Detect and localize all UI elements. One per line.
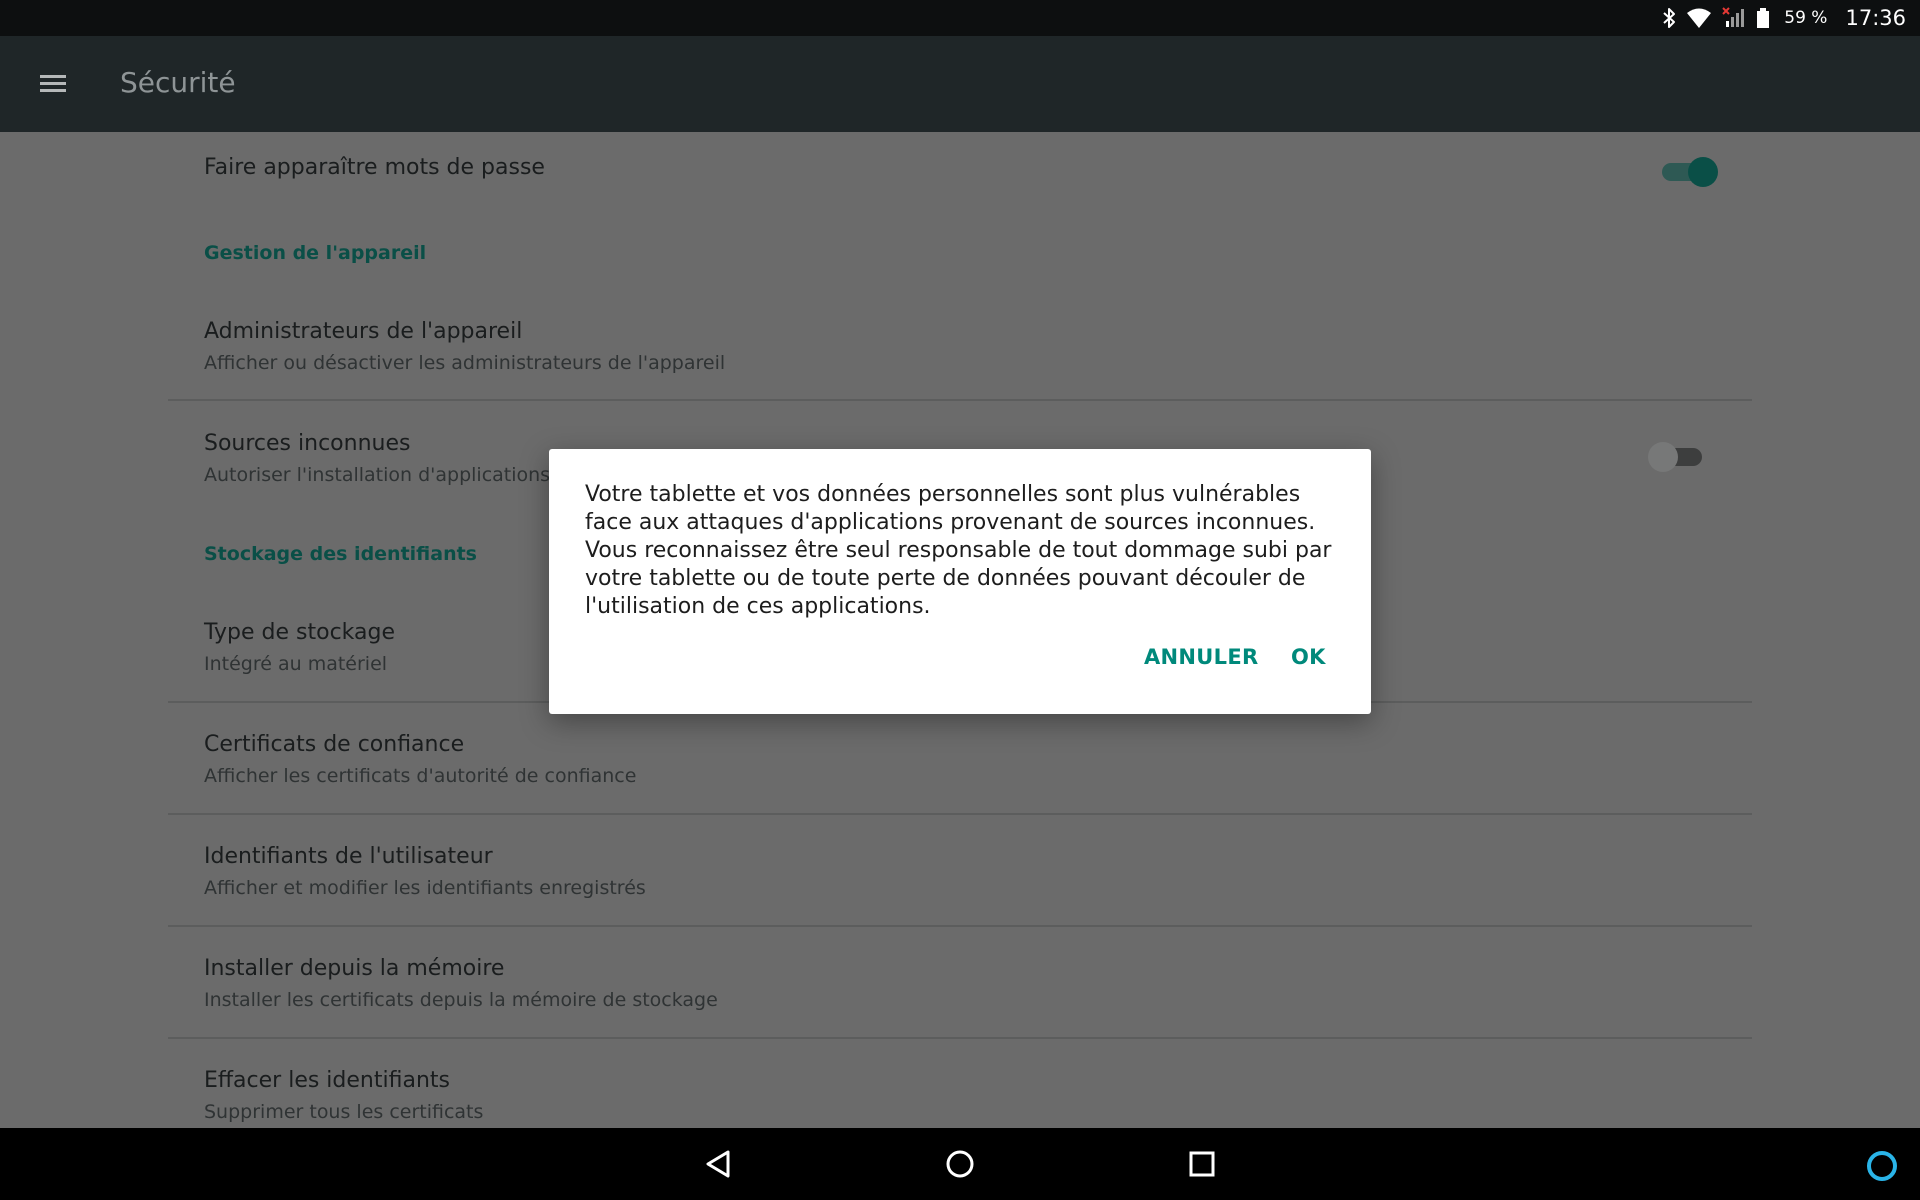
bluetooth-icon <box>1662 7 1676 29</box>
setting-subtitle: Afficher ou désactiver les administrateu… <box>204 352 726 374</box>
clock: 17:36 <box>1845 6 1906 30</box>
divider <box>168 399 1752 401</box>
setting-title: Administrateurs de l'appareil <box>204 319 523 344</box>
setting-subtitle: Supprimer tous les certificats <box>204 1101 484 1123</box>
battery-percentage: 59 % <box>1784 8 1828 28</box>
assistant-icon[interactable] <box>1864 1148 1900 1184</box>
dialog-message: Votre tablette et vos données personnell… <box>585 482 1332 619</box>
wifi-icon <box>1686 7 1712 29</box>
screen: 59 % 17:36 Sécurité Faire apparaître mot… <box>0 0 1920 1200</box>
setting-title: Sources inconnues <box>204 431 411 456</box>
setting-subtitle: Afficher les certificats d'autorité de c… <box>204 765 637 787</box>
setting-title: Effacer les identifiants <box>204 1068 450 1093</box>
status-icons: 59 % 17:36 <box>1662 0 1906 36</box>
divider <box>168 1037 1752 1039</box>
menu-icon[interactable] <box>38 70 68 98</box>
home-icon[interactable] <box>940 1144 980 1184</box>
show-passwords-toggle[interactable] <box>1658 154 1718 190</box>
section-header-credential-storage: Stockage des identifiants <box>204 543 477 565</box>
navigation-bar <box>0 1128 1920 1200</box>
ok-button[interactable]: OK <box>1291 645 1326 669</box>
setting-title: Identifiants de l'utilisateur <box>204 844 493 869</box>
divider <box>168 925 1752 927</box>
back-icon[interactable] <box>698 1144 738 1184</box>
setting-title: Certificats de confiance <box>204 732 465 757</box>
section-header-device-management: Gestion de l'appareil <box>204 242 427 264</box>
cell-signal-icon <box>1722 7 1746 29</box>
app-bar: Sécurité <box>0 36 1920 132</box>
setting-subtitle: Autoriser l'installation d'applications … <box>204 464 562 486</box>
setting-title: Installer depuis la mémoire <box>204 956 505 981</box>
setting-title: Faire apparaître mots de passe <box>204 155 545 180</box>
recents-icon[interactable] <box>1182 1144 1222 1184</box>
battery-icon <box>1756 7 1770 29</box>
setting-subtitle: Intégré au matériel <box>204 653 388 675</box>
status-bar: 59 % 17:36 <box>0 0 1920 36</box>
cancel-button[interactable]: ANNULER <box>1144 645 1258 669</box>
unknown-sources-warning-dialog: Votre tablette et vos données personnell… <box>549 449 1371 714</box>
setting-subtitle: Installer les certificats depuis la mémo… <box>204 989 718 1011</box>
setting-title: Type de stockage <box>204 620 395 645</box>
divider <box>168 813 1752 815</box>
page-title: Sécurité <box>120 66 236 99</box>
unknown-sources-toggle[interactable] <box>1648 439 1708 475</box>
setting-subtitle: Afficher et modifier les identifiants en… <box>204 877 646 899</box>
